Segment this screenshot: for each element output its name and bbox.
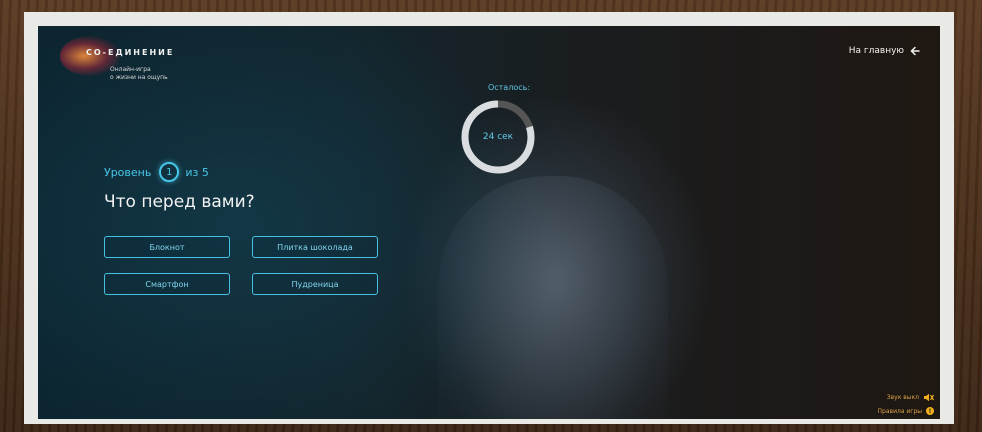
timer-ring: 24 сек	[459, 98, 537, 176]
answer-button-4[interactable]: Пудреница	[252, 273, 378, 295]
game-screen: СО-ЕДИНЕНИЕ Онлайн-игра о жизни на ощупь…	[38, 26, 940, 419]
info-icon: !	[926, 407, 934, 415]
level-suffix: из 5	[185, 165, 209, 179]
logo-subtitle-line1: Онлайн-игра	[110, 66, 151, 73]
rules-link[interactable]: Правила игры !	[878, 407, 934, 415]
answer-button-3[interactable]: Смартфон	[104, 273, 230, 295]
question-text: Что перед вами?	[104, 192, 255, 212]
logo-title[interactable]: СО-ЕДИНЕНИЕ	[86, 48, 174, 57]
level-current-badge: 1	[159, 162, 180, 182]
arrow-left-icon	[910, 46, 920, 56]
home-link-label: На главную	[848, 46, 904, 56]
home-link[interactable]: На главную	[849, 46, 920, 56]
sound-off-icon	[924, 393, 934, 402]
logo-subtitle: Онлайн-игра о жизни на ощупь	[110, 66, 168, 82]
sound-toggle[interactable]: Звук выкл	[878, 393, 934, 402]
logo-subtitle-line2: о жизни на ощупь	[110, 74, 168, 81]
level-indicator: Уровень 1 из 5	[104, 162, 209, 182]
level-prefix: Уровень	[104, 165, 152, 179]
timer-label: Осталось:	[487, 83, 531, 92]
answer-button-1[interactable]: Блокнот	[104, 236, 230, 258]
answer-button-2[interactable]: Плитка шоколада	[252, 236, 378, 258]
footer-controls: Звук выкл Правила игры !	[878, 388, 934, 415]
rules-link-label: Правила игры	[877, 407, 922, 415]
timer-value: 24 сек	[482, 132, 514, 142]
sound-toggle-label: Звук выкл	[886, 394, 919, 401]
background-hands-photo	[438, 176, 668, 419]
